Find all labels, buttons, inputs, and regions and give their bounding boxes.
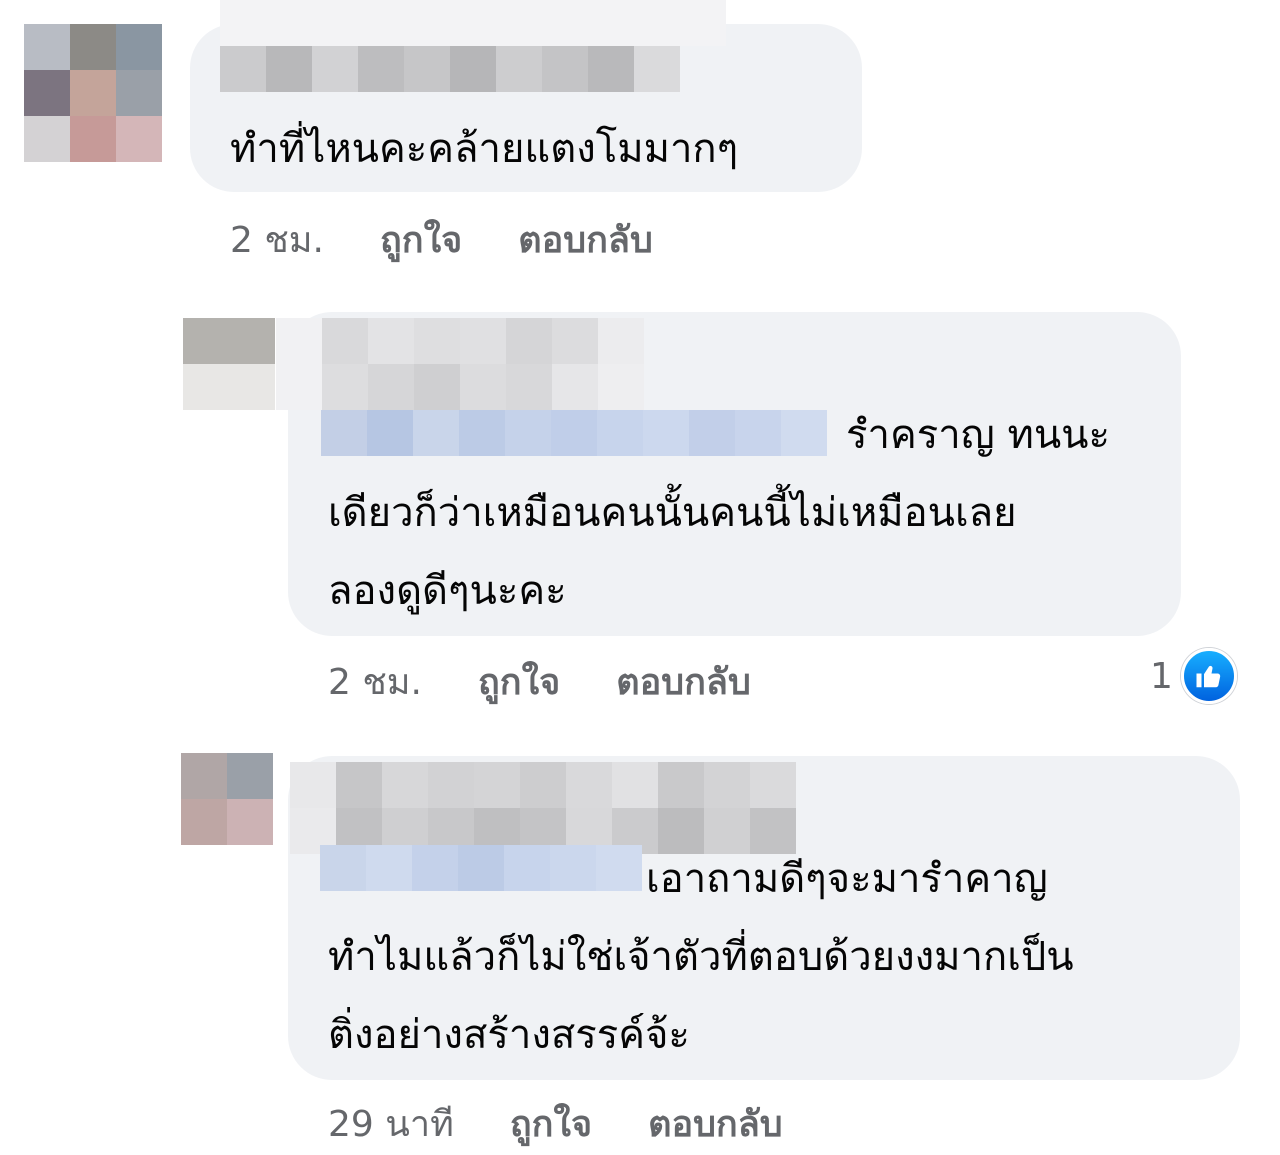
- commenter-name[interactable]: [220, 0, 726, 46]
- comment-text: เดียวก็ว่าเหมือนคนนั้นคนนี้ไม่เหมือนเลย: [328, 490, 1017, 536]
- comment-text: เอาถามดีๆจะมารำคาญ: [646, 856, 1048, 902]
- like-button[interactable]: ถูกใจ: [478, 653, 560, 710]
- mention-tag[interactable]: [321, 410, 827, 456]
- avatar[interactable]: [24, 24, 162, 162]
- comment-text: ลองดูดีๆนะคะ: [328, 568, 567, 614]
- comment-text: ติ่งอย่างสร้างสรรค์จ้ะ: [328, 1012, 690, 1058]
- comment-time[interactable]: 29 นาที: [328, 1095, 454, 1152]
- like-button[interactable]: ถูกใจ: [380, 211, 462, 268]
- like-button[interactable]: ถูกใจ: [510, 1095, 592, 1152]
- comment-time[interactable]: 2 ชม.: [230, 211, 324, 268]
- avatar[interactable]: [181, 753, 273, 845]
- commenter-name[interactable]: [276, 318, 646, 410]
- reply-button[interactable]: ตอบกลับ: [518, 211, 653, 268]
- comment-meta: 2 ชม. ถูกใจ ตอบกลับ: [328, 656, 751, 706]
- comment-meta: 2 ชม. ถูกใจ ตอบกลับ: [230, 214, 653, 264]
- comment-text: ทำไมแล้วก็ไม่ใช่เจ้าตัวที่ตอบด้วยงงมากเป…: [328, 934, 1074, 980]
- reaction-summary[interactable]: 1: [1150, 648, 1237, 704]
- thumbs-up-icon: [1180, 648, 1237, 704]
- reply-button[interactable]: ตอบกลับ: [616, 653, 751, 710]
- comment-text: ทำที่ไหนคะคล้ายแตงโมมากๆ: [230, 126, 739, 172]
- comment-time[interactable]: 2 ชม.: [328, 653, 422, 710]
- commenter-name[interactable]: [220, 46, 726, 92]
- avatar[interactable]: [183, 318, 275, 410]
- reaction-count: 1: [1150, 655, 1173, 697]
- reply-button[interactable]: ตอบกลับ: [648, 1095, 783, 1152]
- mention-tag[interactable]: [320, 845, 642, 891]
- comment-text: รำคราญ ทนนะ: [846, 412, 1110, 458]
- comment-meta: 29 นาที ถูกใจ ตอบกลับ: [328, 1098, 783, 1148]
